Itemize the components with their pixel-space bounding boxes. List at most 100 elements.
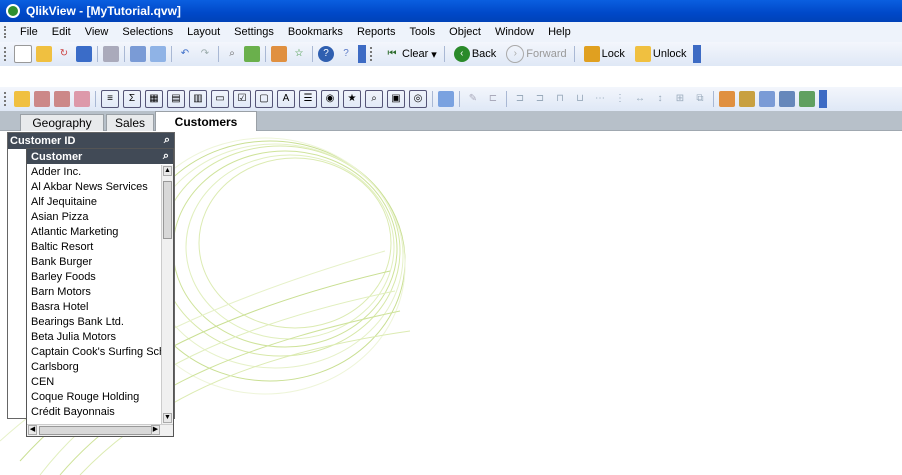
list-item[interactable]: Al Akbar News Services: [27, 180, 161, 195]
scroll-left-icon[interactable]: ◀: [28, 425, 37, 435]
list-item[interactable]: Bank Burger: [27, 255, 161, 270]
menu-edit[interactable]: Edit: [45, 26, 78, 38]
layer-icon[interactable]: ⧉: [692, 91, 708, 107]
edit-script-icon[interactable]: [130, 46, 146, 62]
line-object-icon[interactable]: ☰: [299, 90, 317, 108]
scroll-up-icon[interactable]: ▲: [163, 166, 172, 176]
menu-window[interactable]: Window: [488, 26, 541, 38]
list-item[interactable]: CEN: [27, 375, 161, 390]
selection-icon[interactable]: [244, 46, 260, 62]
list-item[interactable]: Beta Julia Motors: [27, 330, 161, 345]
vertical-scrollbar[interactable]: ▲ ▼: [161, 165, 173, 424]
new-sheet-icon[interactable]: [14, 91, 30, 107]
search-icon[interactable]: ⌕: [164, 134, 170, 147]
search-object-icon[interactable]: ⌕: [365, 90, 383, 108]
help-icon[interactable]: ?: [318, 46, 334, 62]
list-item[interactable]: Bearings Bank Ltd.: [27, 315, 161, 330]
button-object-icon[interactable]: ▢: [255, 90, 273, 108]
menu-layout[interactable]: Layout: [180, 26, 227, 38]
toolbar-grip[interactable]: [370, 47, 375, 61]
context-help-icon[interactable]: ?: [338, 46, 354, 62]
align-bottom-icon[interactable]: ⊔: [572, 91, 588, 107]
list-item[interactable]: Crédit Bayonnais: [27, 405, 161, 420]
menu-help[interactable]: Help: [541, 26, 578, 38]
container-icon[interactable]: ▣: [387, 90, 405, 108]
toolbar-grip[interactable]: [4, 47, 9, 61]
checkbox-icon[interactable]: ☑: [233, 90, 251, 108]
align-right-icon[interactable]: ⊐: [532, 91, 548, 107]
sheet-properties-icon[interactable]: [74, 91, 90, 107]
menu-bookmarks[interactable]: Bookmarks: [281, 26, 350, 38]
table-viewer-icon[interactable]: [779, 91, 795, 107]
search-icon[interactable]: ⌕: [224, 46, 240, 62]
horizontal-scrollbar[interactable]: ◀ ▶: [27, 424, 173, 436]
list-item[interactable]: Adder Inc.: [27, 165, 161, 180]
sheet-object-properties-icon[interactable]: [739, 91, 755, 107]
input-box-icon[interactable]: ▭: [211, 90, 229, 108]
list-item[interactable]: Barn Motors: [27, 285, 161, 300]
format-painter-icon[interactable]: ✎: [465, 91, 481, 107]
reload-data-icon[interactable]: [150, 46, 166, 62]
toolbar-grip[interactable]: [4, 26, 9, 38]
list-item[interactable]: Alf Jequitaine: [27, 195, 161, 210]
listbox-icon[interactable]: ≡: [101, 90, 119, 108]
text-object-icon[interactable]: A: [277, 90, 295, 108]
align-top-icon[interactable]: ⊓: [552, 91, 568, 107]
same-size-icon[interactable]: ⊞: [672, 91, 688, 107]
tab-geography[interactable]: Geography: [20, 114, 104, 131]
unlock-button[interactable]: Unlock: [629, 46, 691, 62]
document-properties-icon[interactable]: [719, 91, 735, 107]
space-vertical-icon[interactable]: ⋮: [612, 91, 628, 107]
list-item[interactable]: Coque Rouge Holding: [27, 390, 161, 405]
same-height-icon[interactable]: ↕: [652, 91, 668, 107]
list-item[interactable]: Atlantic Marketing: [27, 225, 161, 240]
toolbar-overflow-chevron[interactable]: [358, 45, 366, 63]
new-document-icon[interactable]: [14, 45, 32, 63]
slider-icon[interactable]: ◉: [321, 90, 339, 108]
back-button[interactable]: ‹ Back: [448, 46, 500, 62]
scroll-right-icon[interactable]: ▶: [151, 425, 160, 435]
expression-editor-icon[interactable]: [759, 91, 775, 107]
customer-listbox[interactable]: Customer ⌕ Adder Inc. Al Akbar News Serv…: [26, 148, 174, 437]
bar-chart-icon[interactable]: ▥: [189, 90, 207, 108]
print-icon[interactable]: [103, 46, 119, 62]
current-selections-icon[interactable]: ◎: [409, 90, 427, 108]
horizontal-scroll-thumb[interactable]: [39, 426, 157, 435]
new-object-icon[interactable]: [799, 91, 815, 107]
open-folder-icon[interactable]: [36, 46, 52, 62]
chart-wizard-icon[interactable]: [438, 91, 454, 107]
statistics-box-icon[interactable]: Σ: [123, 90, 141, 108]
chart-icon[interactable]: [271, 46, 287, 62]
toolbar-grip[interactable]: [4, 92, 9, 106]
undo-icon[interactable]: ↶: [177, 46, 193, 62]
list-item[interactable]: Captain Cook's Surfing Sch: [27, 345, 161, 360]
list-item[interactable]: Asian Pizza: [27, 210, 161, 225]
list-item[interactable]: Barley Foods: [27, 270, 161, 285]
menu-settings[interactable]: Settings: [227, 26, 281, 38]
menu-reports[interactable]: Reports: [350, 26, 403, 38]
redo-icon[interactable]: ↷: [197, 46, 213, 62]
tab-sales[interactable]: Sales: [106, 114, 154, 131]
favorite-icon[interactable]: ☆: [291, 46, 307, 62]
clear-button[interactable]: ⏮ Clear ▾: [378, 46, 441, 62]
menu-tools[interactable]: Tools: [402, 26, 442, 38]
menu-selections[interactable]: Selections: [115, 26, 180, 38]
tab-customers[interactable]: Customers: [155, 111, 257, 132]
menu-object[interactable]: Object: [442, 26, 488, 38]
bookmark-object-icon[interactable]: ★: [343, 90, 361, 108]
multi-box-icon[interactable]: ▤: [167, 90, 185, 108]
reload-icon[interactable]: ↻: [56, 46, 72, 62]
search-icon[interactable]: ⌕: [163, 150, 169, 163]
vertical-scroll-thumb[interactable]: [163, 181, 172, 239]
menu-view[interactable]: View: [78, 26, 116, 38]
same-width-icon[interactable]: ↔: [632, 91, 648, 107]
lock-button[interactable]: Lock: [578, 46, 629, 62]
forward-button[interactable]: › Forward: [500, 45, 570, 63]
toolbar-overflow-chevron[interactable]: [692, 45, 701, 63]
list-item[interactable]: Carlsborg: [27, 360, 161, 375]
list-item[interactable]: Basra Hotel: [27, 300, 161, 315]
sheet-right-icon[interactable]: [54, 91, 70, 107]
align-center-icon[interactable]: ⊐: [512, 91, 528, 107]
sheet-left-icon[interactable]: [34, 91, 50, 107]
space-horizontal-icon[interactable]: ⋯: [592, 91, 608, 107]
